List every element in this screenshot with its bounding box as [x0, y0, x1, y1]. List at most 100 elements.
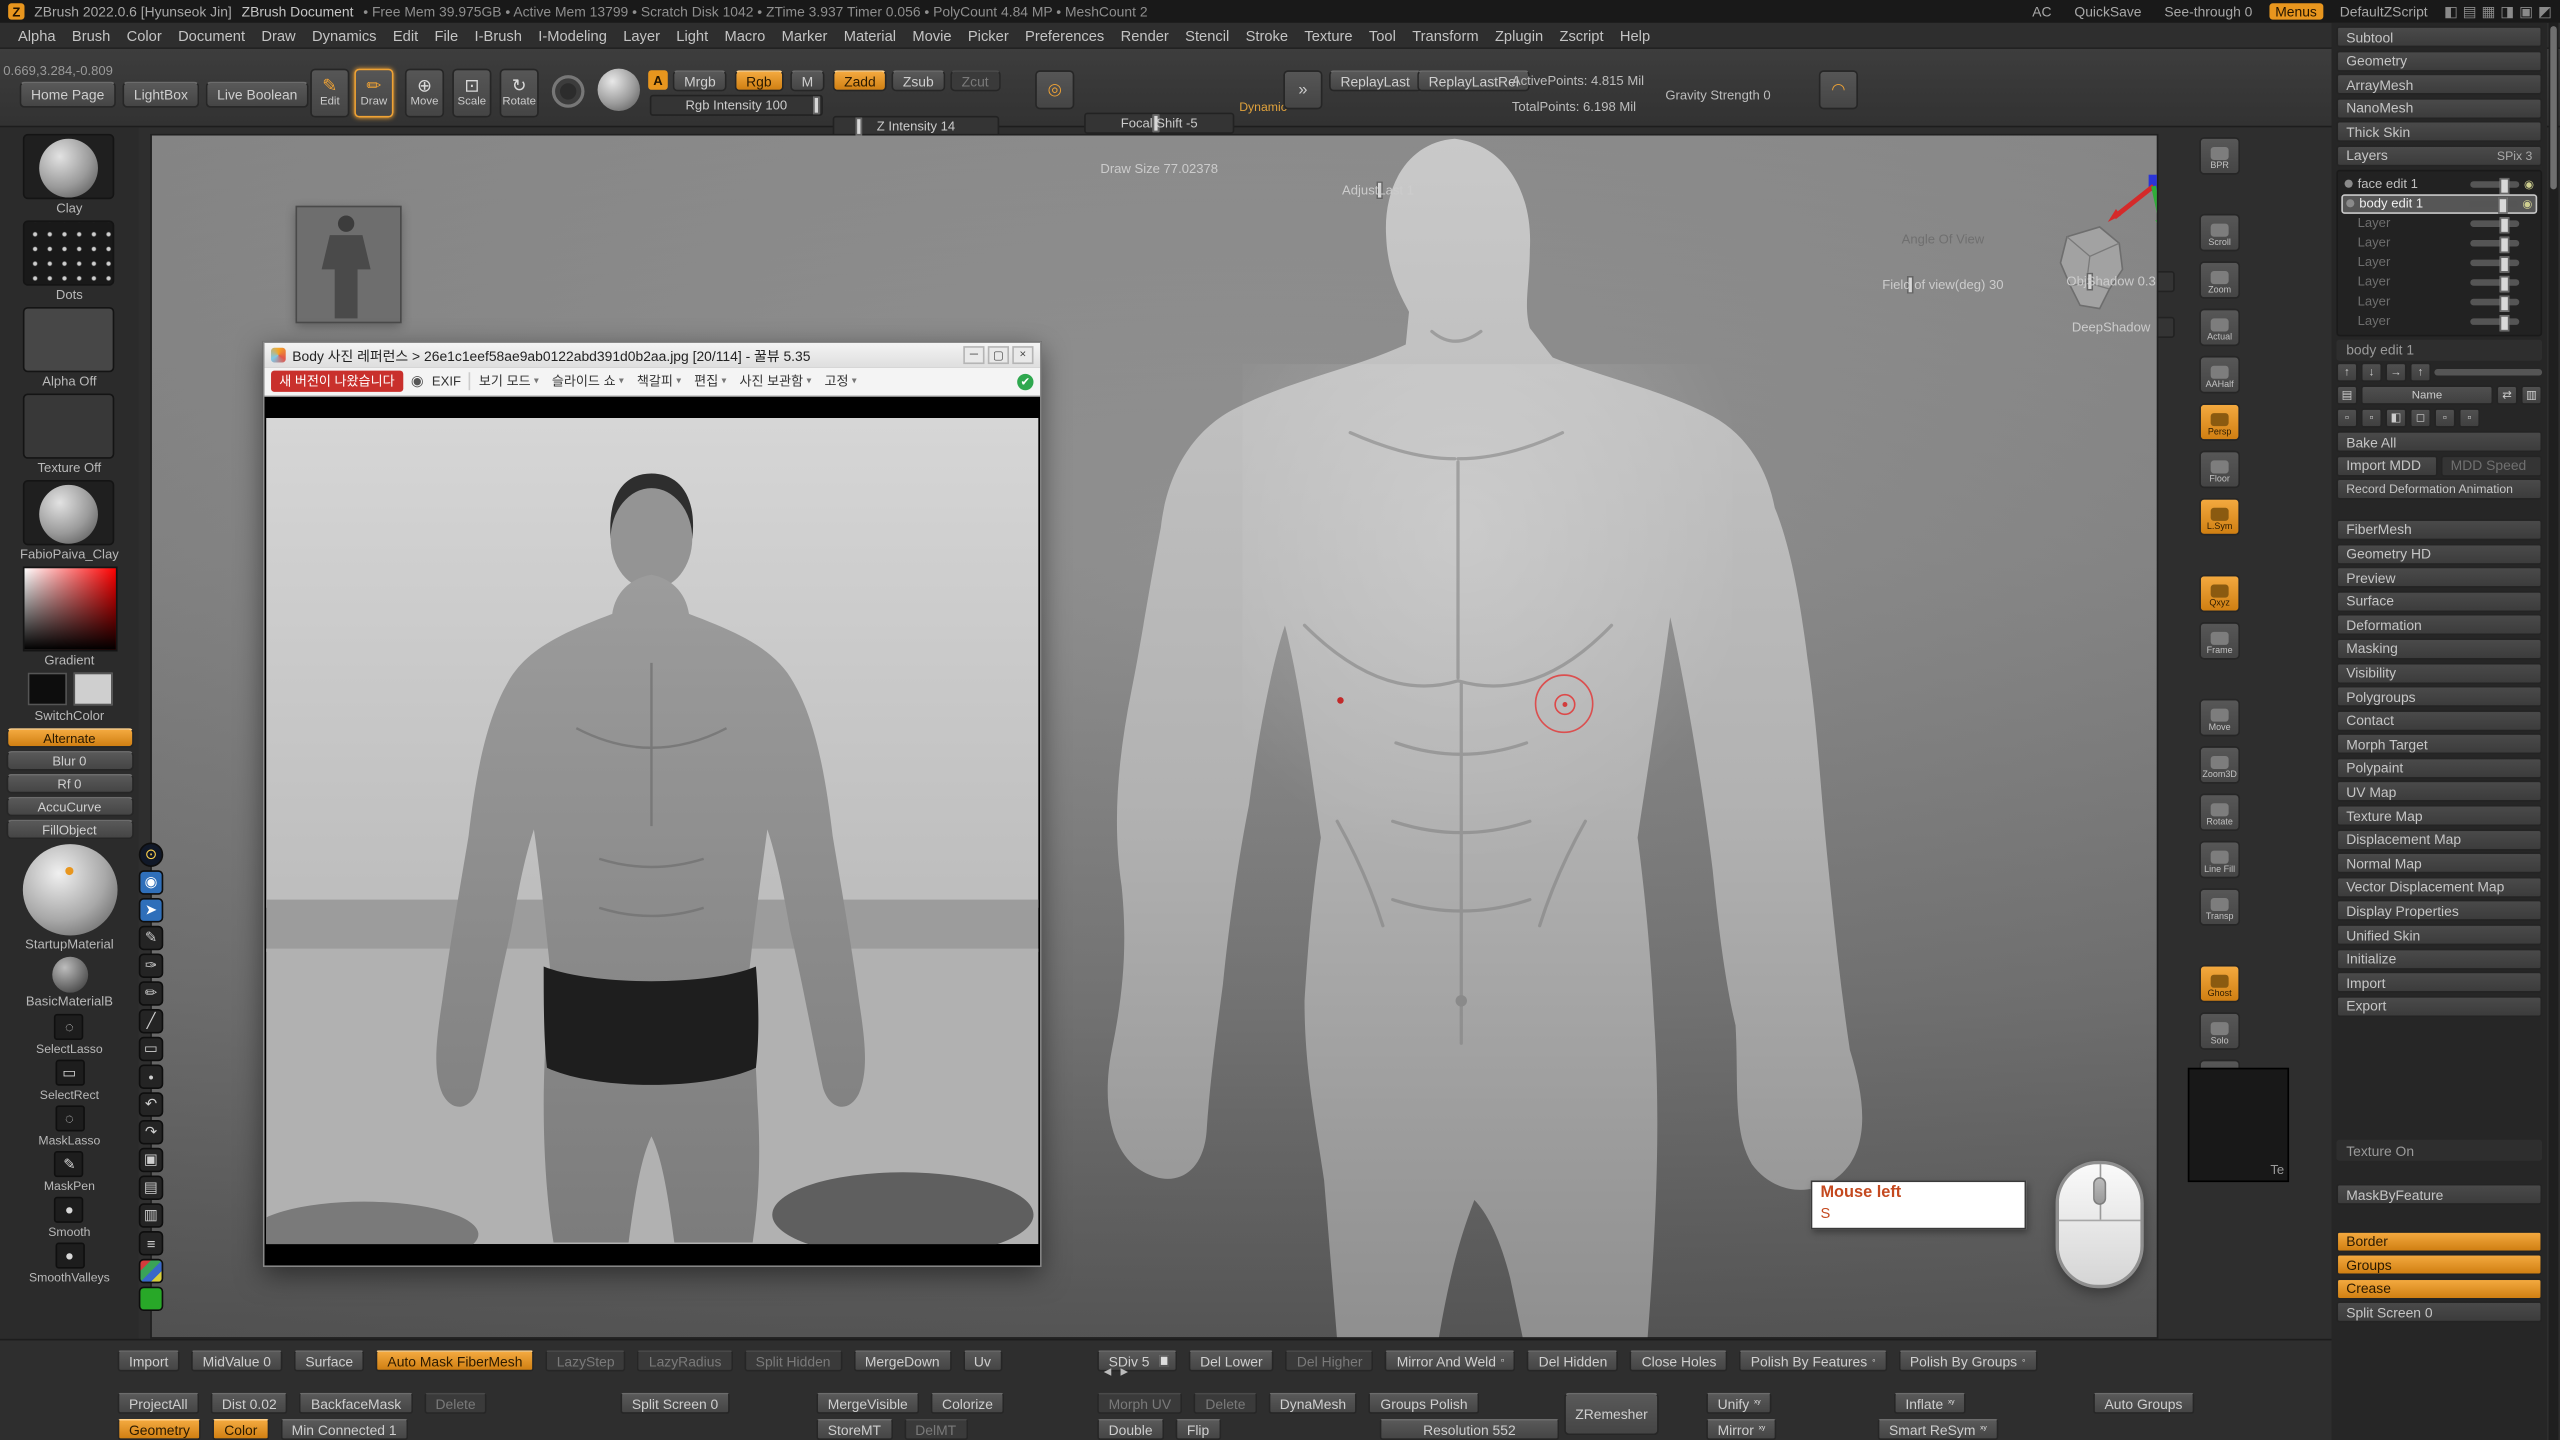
bottom-button[interactable]: BackfaceMask	[300, 1393, 413, 1414]
layout-icon[interactable]: ▣	[2519, 2, 2533, 20]
import-mdd-button[interactable]: Import MDD	[2336, 455, 2437, 476]
tray-thumbnail[interactable]: Clay	[24, 134, 115, 216]
menu-item[interactable]: Material	[836, 27, 905, 43]
a-badge[interactable]: A	[648, 70, 668, 90]
tool-section[interactable]: Export	[2336, 996, 2542, 1017]
menu-item[interactable]: I-Brush	[466, 27, 530, 43]
bottom-button[interactable]: Del Higher	[1285, 1350, 1373, 1371]
tray-thumbnail[interactable]: Dots	[24, 220, 115, 302]
layer-intensity-slider[interactable]	[2470, 318, 2519, 325]
bottom-button[interactable]: Smart ReSymˣʸ	[1878, 1419, 1999, 1440]
tool-section[interactable]: Display Properties	[2336, 900, 2542, 921]
crease-button[interactable]: Crease	[2336, 1278, 2542, 1299]
menu-item[interactable]: Tool	[1361, 27, 1404, 43]
tool-section[interactable]: Geometry	[2336, 50, 2542, 71]
tray-button[interactable]: Alternate	[6, 728, 133, 748]
color-picker[interactable]	[22, 567, 117, 652]
bottom-button[interactable]: Mirror And Weld▫	[1385, 1350, 1515, 1371]
layer-row[interactable]: face edit 1 ◉	[2341, 174, 2537, 194]
record-deformation-button[interactable]: Record Deformation Animation	[2336, 479, 2542, 500]
stroke-preview-icon[interactable]	[552, 75, 585, 108]
tool-section[interactable]: Visibility	[2336, 662, 2542, 683]
rgb-intensity-slider[interactable]: Rgb Intensity 100	[650, 95, 823, 116]
default-zscript-button[interactable]: DefaultZScript	[2333, 3, 2434, 19]
tool-section[interactable]: Masking	[2336, 638, 2542, 659]
layer-eye-icon[interactable]: ◉	[2524, 177, 2534, 190]
update-notice-button[interactable]: 새 버전이 나왔습니다	[271, 371, 403, 392]
m-button[interactable]: M	[790, 70, 824, 91]
shelf-toggle-button[interactable]: Scroll	[2199, 214, 2240, 252]
zadd-button[interactable]: Zadd	[833, 70, 887, 91]
menu-item[interactable]: Transform	[1404, 27, 1487, 43]
edit-button[interactable]: ✎Edit	[310, 69, 349, 118]
panel-scrollbar[interactable]	[2549, 23, 2559, 1440]
menus-button[interactable]: Menus	[2269, 3, 2324, 19]
menu-item[interactable]: Marker	[774, 27, 836, 43]
layer-record-dot[interactable]	[2346, 199, 2354, 207]
menu-item[interactable]: Dynamics	[304, 27, 385, 43]
bottom-button[interactable]: Uv	[963, 1350, 1003, 1371]
viewer-menu-item[interactable]: 고정▾	[824, 372, 856, 390]
shelf-toggle-button[interactable]: Persp	[2199, 403, 2240, 441]
bottom-button[interactable]: Unifyˣʸ	[1706, 1393, 1772, 1414]
zcut-button[interactable]: Zcut	[950, 70, 1000, 91]
tool-section[interactable]: Polygroups	[2336, 686, 2542, 707]
tray-button[interactable]: AccuCurve	[6, 797, 133, 817]
palette-tool[interactable]: ▩	[139, 1259, 163, 1283]
menu-item[interactable]: Help	[1612, 27, 1659, 43]
bottom-button[interactable]: Min Connected 1	[280, 1419, 408, 1440]
shelf-toggle-button[interactable]: L.Sym	[2199, 498, 2240, 536]
bottom-button[interactable]: ProjectAll	[118, 1393, 199, 1414]
lightbox-button[interactable]: LightBox	[122, 82, 199, 108]
undo-tool[interactable]: ↶	[139, 1092, 163, 1116]
home-page-button[interactable]: Home Page	[20, 82, 116, 108]
shelf-toggle-button[interactable]: Frame	[2199, 622, 2240, 660]
resolution-slider[interactable]: Resolution 552	[1380, 1419, 1560, 1440]
layer-row[interactable]: Layer ◉	[2341, 272, 2537, 292]
pencil-tool[interactable]: ✏	[139, 981, 163, 1005]
shelf-toggle-button[interactable]: Zoom3D	[2199, 746, 2240, 784]
tool-section[interactable]: UV Map	[2336, 781, 2542, 802]
brush-slot[interactable]: ◌ MaskLasso	[38, 1105, 100, 1147]
scrollbar-thumb[interactable]	[2550, 26, 2557, 189]
shelf-toggle-button[interactable]: Actual	[2199, 309, 2240, 347]
main-color-swatch[interactable]	[27, 673, 66, 706]
replay-last-button[interactable]: ReplayLast	[1329, 70, 1421, 91]
brush-slot[interactable]: ✎ MaskPen	[44, 1151, 95, 1193]
shelf-toggle-button[interactable]: BPR	[2199, 137, 2240, 175]
bottom-button[interactable]: MergeDown	[853, 1350, 951, 1371]
shelf-toggle-button[interactable]: Solo	[2199, 1012, 2240, 1050]
pen-tool[interactable]: ✑	[139, 953, 163, 977]
groups-button[interactable]: Groups	[2336, 1254, 2542, 1275]
layer-intensity-slider[interactable]	[2470, 259, 2519, 266]
layout-icon[interactable]: ◨	[2500, 2, 2514, 20]
menu-item[interactable]: Light	[668, 27, 716, 43]
shelf-toggle-button[interactable]: Rotate	[2199, 793, 2240, 831]
viewer-title-bar[interactable]: Body 사진 레퍼런스 > 26e1c1eef58ae9ab0122abd39…	[264, 343, 1040, 367]
viewer-menu-item[interactable]: 슬라이드 쇼▾	[552, 372, 624, 390]
tool-section[interactable]: Texture Map	[2336, 805, 2542, 826]
material-preview-icon[interactable]	[598, 69, 640, 111]
layer-mini-slider[interactable]	[2434, 369, 2542, 376]
menu-item[interactable]: Draw	[253, 27, 304, 43]
menu-item[interactable]: Movie	[904, 27, 960, 43]
tool-section[interactable]: Deformation	[2336, 614, 2542, 635]
layer-record-dot[interactable]	[2345, 180, 2353, 188]
layer-option-button[interactable]: ▫	[2336, 408, 2357, 428]
shelf-toggle-button[interactable]: Ghost	[2199, 965, 2240, 1003]
bottom-button[interactable]: Groups Polish	[1369, 1393, 1479, 1414]
bottom-button[interactable]: Delete	[424, 1393, 487, 1414]
menu-item[interactable]: Edit	[385, 27, 427, 43]
live-boolean-button[interactable]: Live Boolean	[206, 82, 309, 108]
pen-disable-tool[interactable]: ✎	[139, 926, 163, 950]
layer-row[interactable]: Layer ◉	[2341, 292, 2537, 312]
bottom-button[interactable]: DelMT	[904, 1419, 968, 1440]
menu-item[interactable]: I-Modeling	[530, 27, 615, 43]
viewer-menu-item[interactable]: 사진 보관함▾	[739, 372, 811, 390]
axis-gizmo[interactable]	[2105, 171, 2159, 230]
bottom-button[interactable]: Flip	[1175, 1419, 1220, 1440]
rgb-button[interactable]: Rgb	[735, 70, 783, 91]
brush-slot[interactable]: ● Smooth	[48, 1197, 90, 1239]
menu-item[interactable]: File	[426, 27, 466, 43]
layer-option-button[interactable]: ◻	[2410, 408, 2431, 428]
